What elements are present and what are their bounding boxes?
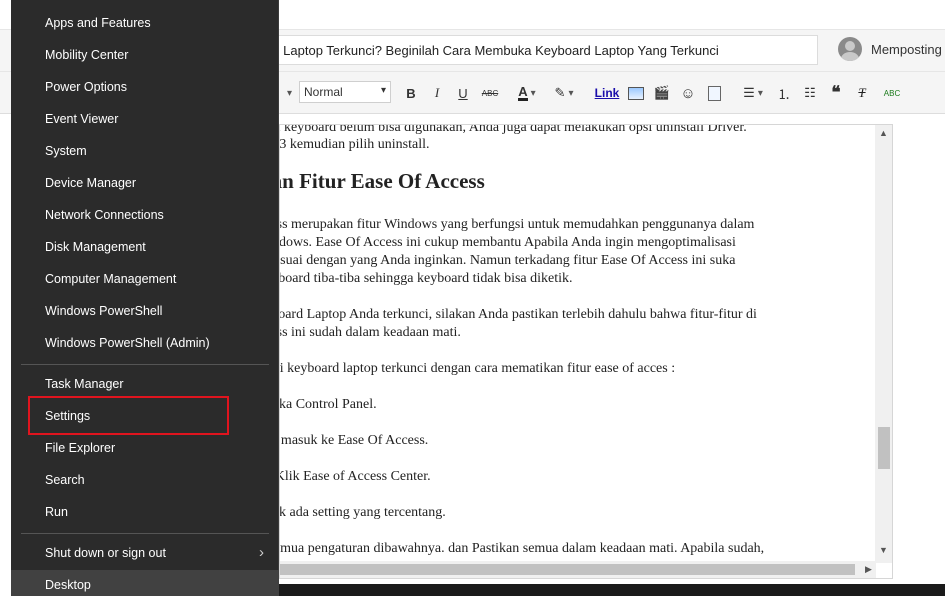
underline-button[interactable]: U (455, 82, 471, 104)
menu-item-file-explorer[interactable]: File Explorer (45, 441, 115, 455)
content-heading: kan Fitur Ease Of Access (279, 169, 485, 193)
menu-item-apps-and-features[interactable]: Apps and Features (45, 16, 151, 30)
strikethrough-button[interactable]: ABC (480, 82, 500, 104)
menu-item-device-manager[interactable]: Device Manager (45, 176, 136, 190)
chevron-right-icon: › (259, 544, 264, 561)
menu-item-task-manager[interactable]: Task Manager (45, 377, 124, 391)
quote-icon: ❝ (831, 83, 841, 102)
menu-item-windows-powershell[interactable]: Windows PowerShell (45, 304, 162, 318)
menu-item-system[interactable]: System (45, 144, 87, 158)
horizontal-scrollbar[interactable]: ▶ (280, 561, 876, 578)
menu-item-event-viewer[interactable]: Event Viewer (45, 112, 118, 126)
text-color-icon: A (518, 84, 528, 101)
menu-separator (21, 364, 269, 365)
page-break-icon (707, 85, 721, 101)
image-icon (628, 86, 644, 100)
align-icon: ☰ (743, 85, 755, 100)
content-line: ccess merupakan fitur Windows yang berfu… (279, 217, 755, 232)
menu-item-network-connections[interactable]: Network Connections (45, 208, 164, 222)
content-line: oin 3 kemudian pilih uninstall. (279, 137, 430, 152)
menu-item-mobility-center[interactable]: Mobility Center (45, 48, 128, 62)
remove-format-button[interactable]: T (853, 82, 871, 104)
content-line: keyboard tiba-tiba sehingga keyboard tid… (279, 271, 573, 286)
horizontal-scroll-thumb[interactable] (280, 564, 855, 575)
insert-emoji-button[interactable]: ☺ (679, 82, 697, 104)
settings-highlight-box (28, 396, 229, 435)
content-line: atasi keyboard laptop terkunci dengan ca… (279, 361, 676, 376)
insert-video-button[interactable]: 🎬 (653, 82, 671, 104)
clear-format-icon: T (858, 85, 866, 100)
bullet-list-icon: ☷ (804, 85, 816, 100)
content-line: aya masuk ke Ease Of Access. (280, 433, 429, 448)
smiley-icon: ☺ (680, 84, 696, 102)
menu-separator (21, 533, 269, 534)
menu-item-desktop[interactable]: Desktop (45, 578, 91, 592)
menu-item-search[interactable]: Search (45, 473, 85, 487)
menu-item-computer-management[interactable]: Computer Management (45, 272, 176, 286)
highlighter-icon: ✎ (554, 85, 566, 100)
format-select-value: Normal (304, 85, 343, 99)
scroll-down-arrow-icon[interactable]: ▼ (879, 545, 888, 555)
menu-item-shut-down-or-sign-out[interactable]: Shut down or sign out (45, 546, 166, 560)
content-line: n semua pengaturan dibawahnya. dan Pasti… (279, 541, 765, 556)
highlight-color-button[interactable]: ✎ (549, 82, 579, 104)
post-title-input[interactable]: rd Laptop Terkunci? Beginilah Cara Membu… (255, 35, 818, 65)
numbered-list-button[interactable]: ⒈ (775, 82, 793, 104)
link-button[interactable]: Link (592, 82, 622, 104)
content-line: windows. Ease Of Access ini cukup memban… (279, 235, 736, 250)
scroll-up-arrow-icon[interactable]: ▲ (879, 128, 888, 138)
bullet-list-button[interactable]: ☷ (801, 82, 819, 104)
quote-button[interactable]: ❝ (827, 82, 845, 104)
alignment-button[interactable]: ☰ (738, 82, 768, 104)
author-label: Memposting s (871, 42, 945, 57)
menu-item-run[interactable]: Run (45, 505, 68, 519)
italic-button[interactable]: I (429, 82, 445, 104)
menu-item-power-options[interactable]: Power Options (45, 80, 127, 94)
menu-item-disk-management[interactable]: Disk Management (45, 240, 146, 254)
film-icon: 🎬 (653, 85, 671, 100)
spellcheck-icon: ABC (883, 88, 901, 98)
bold-button[interactable]: B (403, 82, 419, 104)
numbered-list-icon: ⒈ (777, 86, 791, 102)
insert-jump-break-button[interactable] (705, 82, 723, 104)
vertical-scroll-thumb[interactable] (878, 427, 890, 469)
scroll-right-arrow-icon[interactable]: ▶ (865, 564, 872, 575)
power-user-menu: Apps and Features Mobility Center Power … (11, 0, 279, 596)
content-line: tidak ada setting yang tercentang. (279, 505, 446, 520)
avatar[interactable] (838, 37, 862, 61)
content-line: eyboard Laptop Anda terkunci, silakan An… (279, 307, 757, 322)
spellcheck-button[interactable]: ABC (882, 82, 902, 104)
text-color-button[interactable]: A (512, 82, 542, 104)
font-size-dropdown[interactable] (281, 82, 295, 104)
vertical-scrollbar[interactable]: ▲ ▼ (875, 125, 892, 563)
content-line: an Klik Ease of Access Center. (280, 469, 431, 484)
content-line: , buka Control Panel. (279, 397, 377, 412)
taskbar-strip (279, 584, 945, 596)
insert-image-button[interactable] (627, 82, 645, 104)
menu-item-windows-powershell-admin[interactable]: Windows PowerShell (Admin) (45, 336, 210, 350)
content-line: ccess ini sudah dalam keadaan mati. (280, 325, 461, 340)
editor-content-area[interactable]: asih keyboard belum bisa digunakan, Anda… (279, 124, 893, 579)
format-select[interactable]: Normal (299, 81, 391, 103)
content-line: n sesuai dengan yang Anda inginkan. Namu… (279, 253, 736, 268)
